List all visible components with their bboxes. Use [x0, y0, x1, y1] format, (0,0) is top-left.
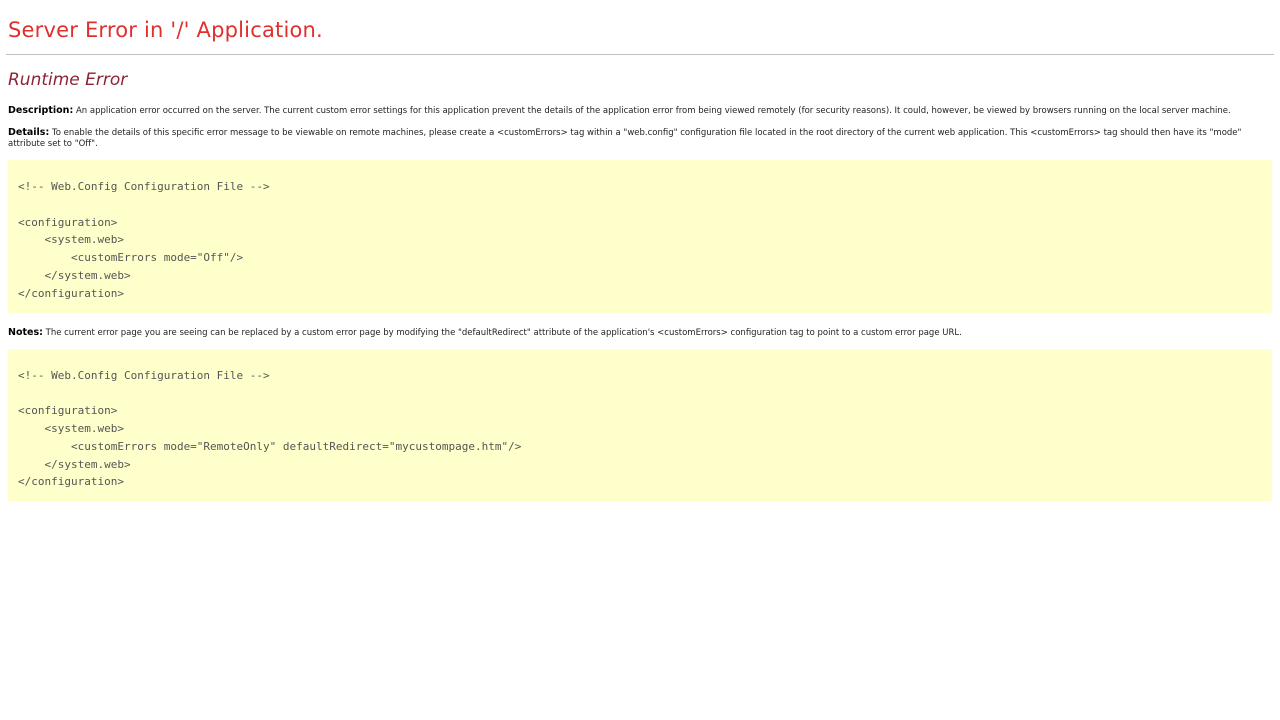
code-listing: <!-- Web.Config Configuration File --> <c…	[18, 178, 1262, 303]
code-listing: <!-- Web.Config Configuration File --> <c…	[18, 367, 1262, 492]
notes-paragraph: Notes: The current error page you are se…	[8, 327, 1272, 339]
code-line: <system.web>	[18, 233, 124, 247]
details-text: To enable the details of this specific e…	[8, 128, 1242, 149]
code-line: </configuration>	[18, 475, 124, 489]
notes-label: Notes:	[8, 326, 43, 338]
code-line: <system.web>	[18, 421, 124, 435]
notes-text: The current error page you are seeing ca…	[42, 327, 962, 338]
code-line: <configuration>	[18, 404, 118, 418]
config-code-block-off: <!-- Web.Config Configuration File --> <c…	[8, 160, 1272, 313]
code-line: <customErrors mode="Off"/>	[18, 251, 244, 265]
description-label: Description:	[8, 105, 74, 116]
details-paragraph: Details: To enable the details of this s…	[8, 127, 1272, 150]
error-page: Server Error in '/' Application. Runtime…	[0, 0, 1280, 502]
details-label: Details:	[8, 127, 50, 138]
code-line: </system.web>	[18, 268, 131, 282]
description-paragraph: Description: An application error occurr…	[8, 105, 1272, 117]
code-line: <configuration>	[18, 215, 118, 229]
description-text: An application error occurred on the ser…	[73, 106, 1231, 116]
error-heading: Runtime Error	[8, 70, 128, 90]
code-line: <!-- Web.Config Configuration File -->	[18, 180, 270, 193]
config-code-block-remoteonly: <!-- Web.Config Configuration File --> <c…	[8, 348, 1272, 502]
code-line: <customErrors mode="RemoteOnly" defaultR…	[18, 439, 522, 453]
code-line: <!-- Web.Config Configuration File -->	[18, 368, 270, 382]
title-divider	[6, 54, 1274, 55]
code-line: </system.web>	[18, 457, 131, 471]
code-line: </configuration>	[18, 286, 124, 300]
page-title: Server Error in '/' Application.	[8, 18, 323, 42]
